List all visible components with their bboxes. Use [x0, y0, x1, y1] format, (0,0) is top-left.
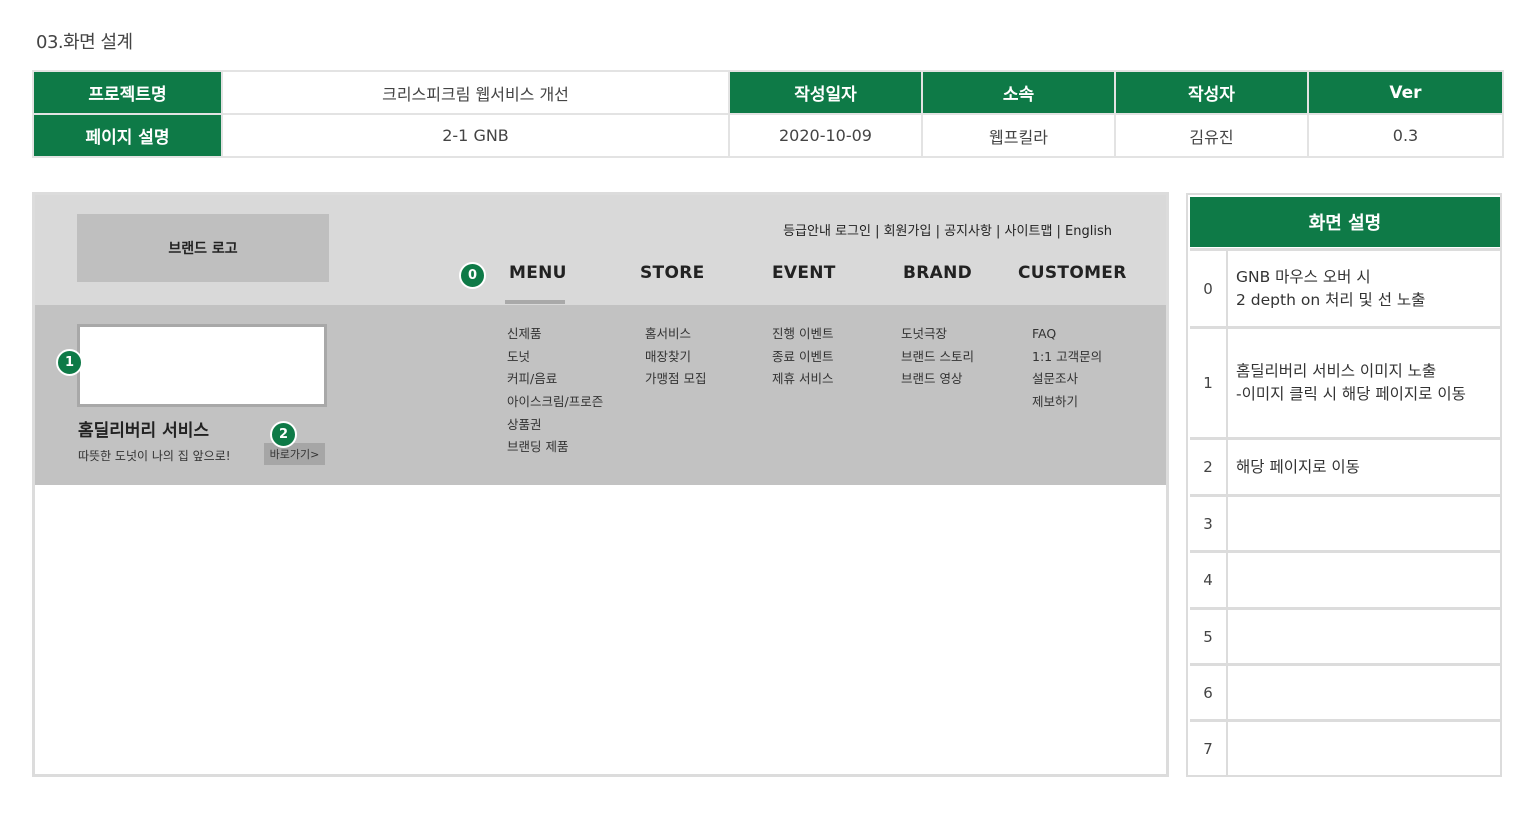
section-title: 03.화면 설계 [36, 32, 133, 53]
main-nav: MENU STORE EVENT BRAND CUSTOMER [35, 195, 1166, 305]
row-text [1228, 497, 1500, 550]
nav-store[interactable]: STORE [640, 263, 705, 283]
nav-menu[interactable]: MENU [509, 263, 567, 283]
promo-image[interactable] [77, 324, 327, 407]
row-text [1228, 610, 1500, 663]
submenu-item[interactable]: 상품권 [507, 414, 603, 437]
row-number: 6 [1190, 666, 1228, 719]
submenu-item[interactable]: 제휴 서비스 [772, 368, 833, 391]
row-number: 4 [1190, 553, 1228, 607]
submenu-item[interactable]: 설문조사 [1032, 368, 1102, 391]
row-text [1228, 722, 1500, 775]
row-number: 0 [1190, 251, 1228, 326]
description-row: 7 [1190, 719, 1500, 775]
submenu-item[interactable]: 도넛극장 [901, 323, 974, 346]
row-number: 7 [1190, 722, 1228, 775]
submenu-item[interactable]: 매장찾기 [645, 346, 706, 369]
date-label: 작성일자 [728, 70, 923, 115]
project-name-label: 프로젝트명 [32, 70, 223, 115]
description-row: 4 [1190, 550, 1500, 607]
project-name-value: 크리스피크림 웹서비스 개선 [221, 70, 730, 115]
submenu-item[interactable]: 가맹점 모집 [645, 368, 706, 391]
project-info-table: 프로젝트명 크리스피크림 웹서비스 개선 작성일자 소속 작성자 Ver 페이지… [32, 70, 1504, 158]
row-number: 3 [1190, 497, 1228, 550]
description-panel: 화면 설명 0 GNB 마우스 오버 시 2 depth on 처리 및 선 노… [1186, 193, 1502, 777]
annotation-badge-2: 2 [270, 421, 297, 448]
submenu-item[interactable]: 진행 이벤트 [772, 323, 833, 346]
row-number: 5 [1190, 610, 1228, 663]
row-text: 해당 페이지로 이동 [1236, 457, 1360, 476]
submenu-item[interactable]: 종료 이벤트 [772, 346, 833, 369]
page-desc-label: 페이지 설명 [32, 113, 223, 158]
page-desc-value: 2-1 GNB [221, 113, 730, 158]
org-label: 소속 [921, 70, 1116, 115]
row-number: 1 [1190, 329, 1228, 437]
description-row: 0 GNB 마우스 오버 시 2 depth on 처리 및 선 노출 [1190, 248, 1500, 326]
submenu-item[interactable]: 브랜딩 제품 [507, 436, 603, 459]
gnb-header: 브랜드 로고 등급안내 로그인 | 회원가입 | 공지사항 | 사이트맵 | E… [35, 195, 1166, 305]
org-value: 웹프킬라 [921, 113, 1116, 158]
nav-customer[interactable]: CUSTOMER [1018, 263, 1127, 283]
submenu-menu: 신제품 도넛 커피/음료 아이스크림/프로즌 상품권 브랜딩 제품 [507, 323, 603, 459]
submenu-item[interactable]: 제보하기 [1032, 391, 1102, 414]
submenu-item[interactable]: 아이스크림/프로즌 [507, 391, 603, 414]
submenu-item[interactable]: 도넛 [507, 346, 603, 369]
description-row: 5 [1190, 607, 1500, 663]
submenu-item[interactable]: 신제품 [507, 323, 603, 346]
date-value: 2020-10-09 [728, 113, 923, 158]
nav-brand[interactable]: BRAND [903, 263, 972, 283]
submenu-event: 진행 이벤트 종료 이벤트 제휴 서비스 [772, 323, 833, 391]
submenu-item[interactable]: 브랜드 영상 [901, 368, 974, 391]
description-title: 화면 설명 [1190, 197, 1500, 247]
description-row: 6 [1190, 663, 1500, 719]
nav-active-underline [505, 300, 565, 304]
description-row: 3 [1190, 494, 1500, 550]
promo-title: 홈딜리버리 서비스 [78, 421, 210, 441]
submenu-item[interactable]: 1:1 고객문의 [1032, 346, 1102, 369]
promo-link-button[interactable]: 바로가기> [264, 443, 325, 465]
row-number: 2 [1190, 440, 1228, 494]
annotation-badge-1: 1 [56, 349, 83, 376]
submenu-item[interactable]: 커피/음료 [507, 368, 603, 391]
promo-subtitle: 따뜻한 도넛이 나의 집 앞으로! [78, 449, 231, 463]
author-label: 작성자 [1114, 70, 1309, 115]
description-row: 1 홈딜리버리 서비스 이미지 노출 -이미지 클릭 시 해당 페이지로 이동 [1190, 326, 1500, 437]
annotation-badge-0: 0 [459, 262, 486, 289]
submenu-brand: 도넛극장 브랜드 스토리 브랜드 영상 [901, 323, 974, 391]
gnb-dropdown: 홈딜리버리 서비스 따뜻한 도넛이 나의 집 앞으로! 바로가기> 신제품 도넛… [35, 305, 1166, 485]
wireframe-frame: 브랜드 로고 등급안내 로그인 | 회원가입 | 공지사항 | 사이트맵 | E… [32, 192, 1169, 777]
submenu-item[interactable]: FAQ [1032, 323, 1102, 346]
ver-value: 0.3 [1307, 113, 1504, 158]
ver-label: Ver [1307, 70, 1504, 115]
row-text [1228, 666, 1500, 719]
row-text [1228, 553, 1500, 607]
nav-event[interactable]: EVENT [772, 263, 836, 283]
submenu-item[interactable]: 브랜드 스토리 [901, 346, 974, 369]
description-row: 2 해당 페이지로 이동 [1190, 437, 1500, 494]
author-value: 김유진 [1114, 113, 1309, 158]
row-text: 홈딜리버리 서비스 이미지 노출 -이미지 클릭 시 해당 페이지로 이동 [1236, 362, 1466, 403]
row-text: GNB 마우스 오버 시 2 depth on 처리 및 선 노출 [1236, 267, 1426, 309]
submenu-item[interactable]: 홈서비스 [645, 323, 706, 346]
submenu-store: 홈서비스 매장찾기 가맹점 모집 [645, 323, 706, 391]
submenu-customer: FAQ 1:1 고객문의 설문조사 제보하기 [1032, 323, 1102, 414]
